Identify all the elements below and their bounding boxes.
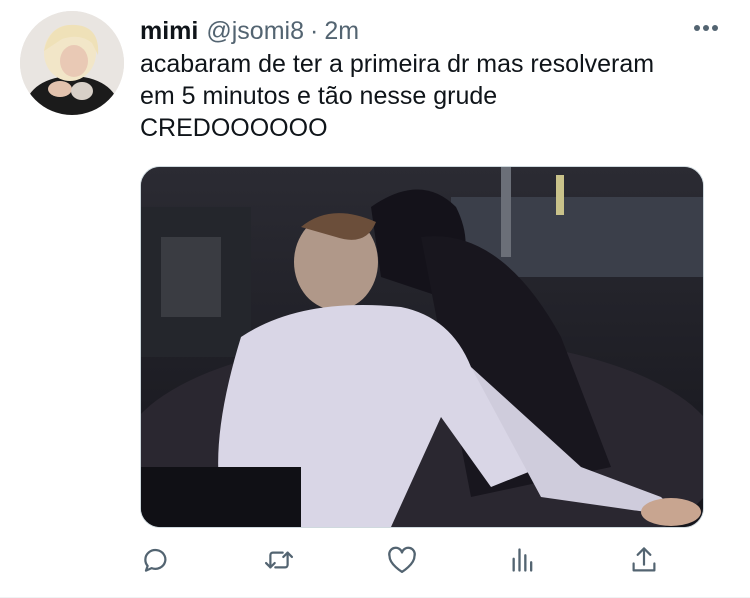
- tweet-text-line: acabaram de ter a primeira dr mas resolv…: [140, 50, 655, 78]
- analytics-icon[interactable]: [503, 540, 543, 580]
- action-bar: [140, 540, 660, 580]
- tweet-photo[interactable]: [140, 166, 704, 528]
- separator: ·: [309, 16, 319, 45]
- display-name[interactable]: mimi: [140, 17, 198, 46]
- tweet-text: acabaram de ter a primeira dr mas resolv…: [140, 48, 730, 144]
- tweet-text-line: CREDOOOOOO: [140, 114, 328, 142]
- avatar-image: [20, 11, 124, 115]
- share-icon[interactable]: [624, 540, 664, 580]
- handle[interactable]: @jsomi8: [206, 17, 304, 46]
- avatar[interactable]: [20, 11, 124, 115]
- timestamp[interactable]: 2m: [324, 17, 359, 46]
- reply-icon[interactable]: [136, 540, 176, 580]
- retweet-icon[interactable]: [259, 540, 299, 580]
- photo-image: [141, 167, 703, 527]
- tweet-text-line: em 5 minutos e tão nesse grude: [140, 82, 498, 110]
- more-icon[interactable]: [692, 14, 720, 42]
- tweet-header: mimi @jsomi8 · 2m: [140, 14, 730, 48]
- like-icon[interactable]: [382, 540, 422, 580]
- tweet[interactable]: mimi @jsomi8 · 2m acabaram de ter a prim…: [0, 0, 750, 598]
